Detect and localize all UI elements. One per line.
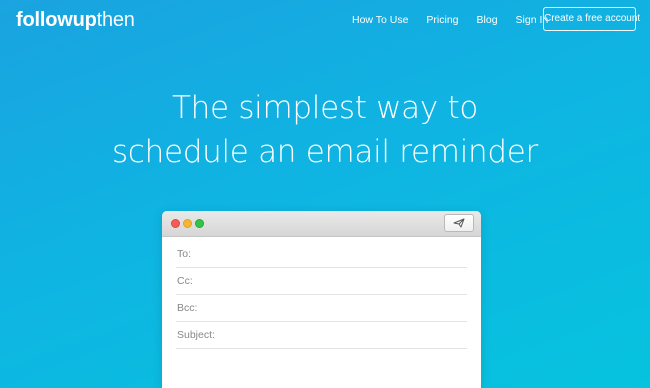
window-minimize-dot[interactable]: [183, 219, 192, 228]
subject-field[interactable]: Subject:: [176, 322, 467, 349]
followupthen-logo[interactable]: followupthen: [16, 10, 135, 30]
main-nav: How To Use Pricing Blog Sign In: [352, 14, 548, 26]
hero-line-2: schedule an email reminder: [112, 134, 538, 170]
top-navigation-bar: followupthen How To Use Pricing Blog Sig…: [0, 0, 650, 40]
to-field[interactable]: To:: [176, 241, 467, 268]
nav-link-blog[interactable]: Blog: [477, 14, 498, 26]
window-close-dot[interactable]: [171, 219, 180, 228]
cc-field[interactable]: Cc:: [176, 268, 467, 295]
hero-headline: The simplest way to schedule an email re…: [0, 86, 650, 174]
paper-plane-icon: [453, 218, 465, 228]
subject-field-label: Subject:: [177, 329, 215, 341]
send-button[interactable]: [444, 214, 474, 232]
logo-text-bold: followup: [16, 9, 97, 31]
compose-fields: To: Cc: Bcc: Subject:: [162, 241, 481, 349]
window-title-bar: [162, 211, 481, 237]
bcc-field-label: Bcc:: [177, 302, 198, 314]
hero-line-1: The simplest way to: [172, 90, 478, 126]
to-field-label: To:: [177, 248, 192, 260]
email-compose-window: To: Cc: Bcc: Subject:: [162, 211, 481, 388]
window-zoom-dot[interactable]: [195, 219, 204, 228]
bcc-field[interactable]: Bcc:: [176, 295, 467, 322]
nav-link-pricing[interactable]: Pricing: [426, 14, 458, 26]
nav-link-how-to-use[interactable]: How To Use: [352, 14, 408, 26]
logo-text-light: then: [96, 9, 135, 31]
create-account-button[interactable]: Create a free account: [543, 7, 640, 31]
cc-field-label: Cc:: [177, 275, 193, 287]
